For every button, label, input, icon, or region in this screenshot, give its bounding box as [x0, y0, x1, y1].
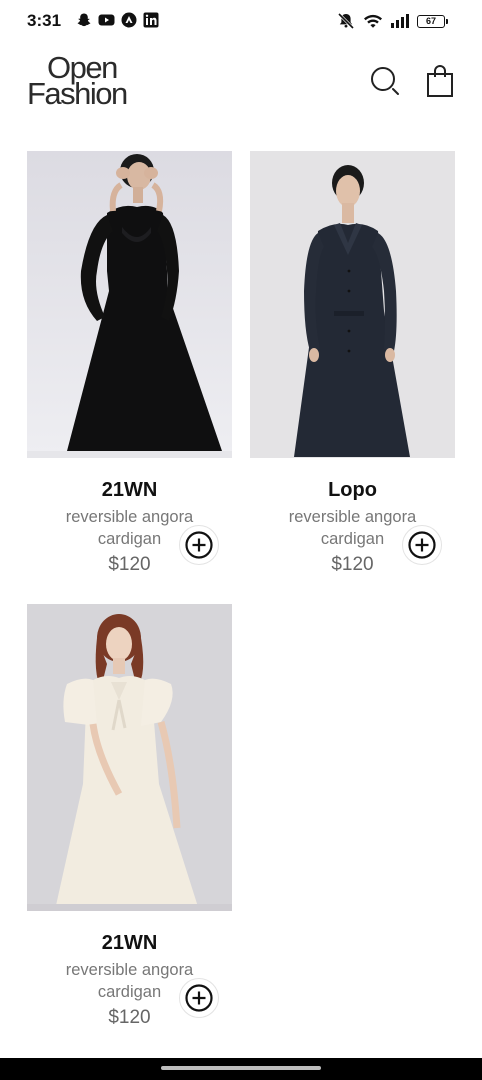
add-to-cart-button[interactable]	[179, 978, 219, 1018]
product-card[interactable]: 21WN reversible angora cardigan $120	[27, 604, 232, 1030]
shopping-bag-icon	[427, 65, 453, 97]
add-to-cart-button[interactable]	[402, 525, 442, 565]
product-brand: 21WN	[101, 479, 158, 501]
youtube-icon	[98, 14, 115, 26]
battery-icon: 67	[417, 14, 448, 28]
status-time: 3:31	[27, 11, 62, 30]
battery-level: 67	[417, 14, 445, 28]
product-brand: Lopo	[328, 479, 377, 501]
add-to-cart-button[interactable]	[179, 525, 219, 565]
notification-icons	[76, 12, 159, 28]
search-icon	[371, 67, 399, 95]
system-status: 67	[336, 12, 448, 30]
battery-tip	[446, 18, 448, 24]
plus-circle-icon	[185, 531, 213, 559]
product-brand: 21WN	[101, 932, 158, 954]
open-fashion-logo[interactable]: Open Fashion	[27, 52, 167, 111]
product-card[interactable]: Lopo reversible angora cardigan $120	[250, 151, 455, 577]
linkedin-icon	[143, 12, 159, 28]
logo-line-2: Fashion	[27, 76, 128, 111]
system-nav-bar	[0, 1058, 482, 1080]
signal-icon	[391, 14, 409, 28]
app-icon	[121, 12, 137, 28]
snapchat-icon	[77, 13, 91, 27]
wifi-icon	[364, 14, 382, 28]
product-image-navy-coat-dress[interactable]	[250, 151, 455, 458]
mute-icon	[337, 12, 355, 30]
search-button[interactable]	[368, 64, 402, 98]
plus-circle-icon	[408, 531, 436, 559]
product-image-black-dress[interactable]	[27, 151, 232, 458]
app-header: Open Fashion	[0, 44, 482, 124]
status-bar: 3:31 67	[0, 0, 482, 44]
product-image-cream-dress[interactable]	[27, 604, 232, 911]
shopping-bag-button[interactable]	[423, 64, 457, 98]
plus-circle-icon	[185, 984, 213, 1012]
home-gesture-handle[interactable]	[161, 1066, 321, 1070]
product-card[interactable]: 21WN reversible angora cardigan $120	[27, 151, 232, 577]
